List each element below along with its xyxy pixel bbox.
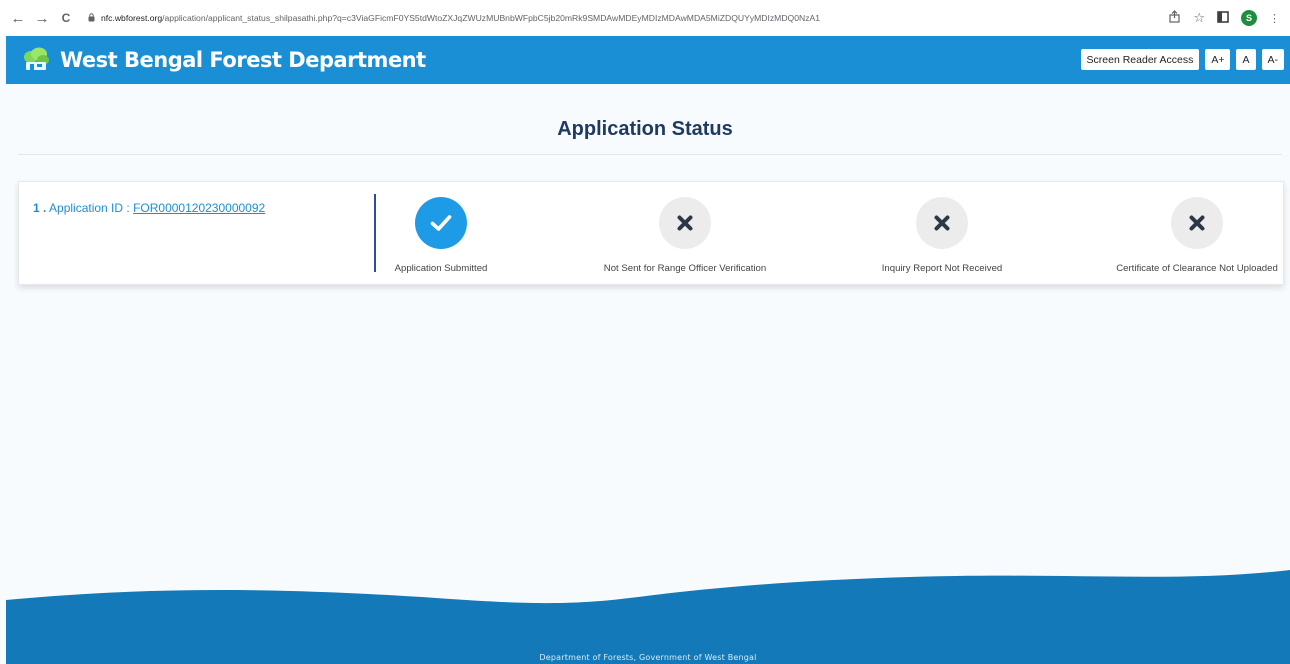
forward-icon[interactable]: → xyxy=(32,8,52,28)
cross-icon xyxy=(916,197,968,249)
address-bar[interactable]: nfc.wbforest.org/application/applicant_s… xyxy=(80,5,1168,31)
site-header: West Bengal Forest Department Screen Rea… xyxy=(6,36,1290,84)
back-icon[interactable]: ← xyxy=(8,8,28,28)
bookmark-star-icon[interactable]: ☆ xyxy=(1193,10,1205,26)
step-inquiry-report: Inquiry Report Not Received xyxy=(822,197,1062,274)
application-id-link[interactable]: FOR0000120230000092 xyxy=(133,201,265,215)
page-title: Application Status xyxy=(557,118,733,140)
step-label: Application Submitted xyxy=(394,263,488,274)
step-certificate-clearance: Certificate of Clearance Not Uploaded xyxy=(1077,197,1290,274)
url-path: /application/applicant_status_shilpasath… xyxy=(162,13,821,23)
check-icon xyxy=(415,197,467,249)
url-host: nfc.wbforest.org xyxy=(101,13,163,23)
footer-text: Department of Forests, Government of Wes… xyxy=(539,653,757,662)
browser-toolbar: ← → C nfc.wbforest.org/application/appli… xyxy=(0,0,1290,36)
step-range-officer-verification: Not Sent for Range Officer Verification xyxy=(565,197,805,274)
share-icon[interactable] xyxy=(1168,10,1181,26)
footer-wave xyxy=(6,570,1290,664)
site-footer: Department of Forests, Government of Wes… xyxy=(6,560,1290,664)
cross-icon xyxy=(1171,197,1223,249)
step-application-submitted: Application Submitted xyxy=(321,197,561,274)
application-status-card: 1 . Application ID : FOR0000120230000092… xyxy=(18,181,1284,285)
title-divider xyxy=(18,154,1282,155)
application-id-label: Application ID : xyxy=(49,201,130,215)
profile-avatar[interactable]: S xyxy=(1241,10,1257,26)
screen-reader-button[interactable]: Screen Reader Access xyxy=(1080,49,1200,70)
font-decrease-button[interactable]: A- xyxy=(1261,49,1284,70)
forest-logo-icon xyxy=(22,47,50,73)
application-id-row: 1 . Application ID : FOR0000120230000092 xyxy=(33,201,265,215)
menu-kebab-icon[interactable]: ⋮ xyxy=(1269,12,1280,25)
reload-icon[interactable]: C xyxy=(56,8,76,28)
font-increase-button[interactable]: A+ xyxy=(1205,49,1231,70)
cross-icon xyxy=(659,197,711,249)
application-index: 1 . xyxy=(33,201,47,215)
lock-icon xyxy=(88,12,95,24)
step-label: Not Sent for Range Officer Verification xyxy=(603,263,767,274)
font-normal-button[interactable]: A xyxy=(1236,49,1256,70)
sidepanel-icon[interactable] xyxy=(1217,10,1229,26)
step-label: Inquiry Report Not Received xyxy=(881,263,1003,274)
step-label: Certificate of Clearance Not Uploaded xyxy=(1116,263,1278,274)
site-brand[interactable]: West Bengal Forest Department xyxy=(60,48,426,72)
